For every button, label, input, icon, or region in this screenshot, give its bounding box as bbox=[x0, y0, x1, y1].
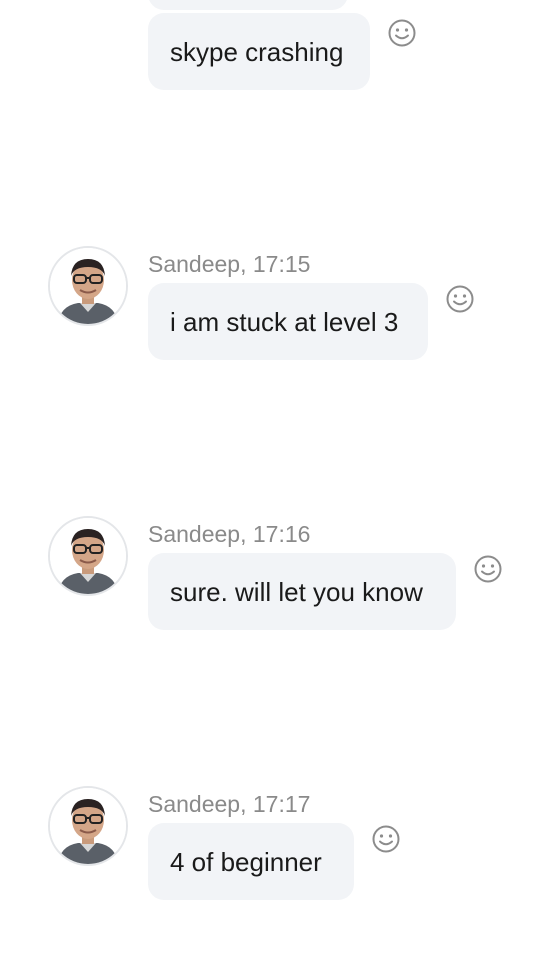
message-text: skype crashing bbox=[170, 36, 344, 67]
avatar-photo bbox=[50, 788, 126, 864]
message-text: 4 of beginner bbox=[170, 846, 322, 877]
sender-timestamp: Sandeep, 17:16 bbox=[148, 521, 311, 547]
smiley-icon bbox=[474, 555, 502, 583]
avatar[interactable] bbox=[48, 786, 128, 866]
message-bubble[interactable]: 4 of beginner bbox=[148, 823, 354, 900]
avatar-photo bbox=[50, 518, 126, 594]
avatar[interactable] bbox=[48, 246, 128, 326]
add-reaction-button[interactable] bbox=[387, 18, 417, 48]
sender-timestamp: Sandeep, 17:15 bbox=[148, 251, 311, 277]
smiley-icon bbox=[446, 285, 474, 313]
add-reaction-button[interactable] bbox=[445, 284, 475, 314]
avatar[interactable] bbox=[48, 516, 128, 596]
sender-timestamp: Sandeep, 17:17 bbox=[148, 791, 311, 817]
previous-message-bubble bbox=[148, 0, 348, 10]
smiley-icon bbox=[372, 825, 400, 853]
smiley-icon bbox=[388, 19, 416, 47]
add-reaction-button[interactable] bbox=[473, 554, 503, 584]
message-bubble[interactable]: skype crashing bbox=[148, 13, 370, 90]
message-bubble[interactable]: i am stuck at level 3 bbox=[148, 283, 428, 360]
message-text: sure. will let you know bbox=[170, 576, 423, 607]
message-bubble[interactable]: sure. will let you know bbox=[148, 553, 456, 630]
add-reaction-button[interactable] bbox=[371, 824, 401, 854]
message-text: i am stuck at level 3 bbox=[170, 306, 399, 337]
avatar-photo bbox=[50, 248, 126, 324]
